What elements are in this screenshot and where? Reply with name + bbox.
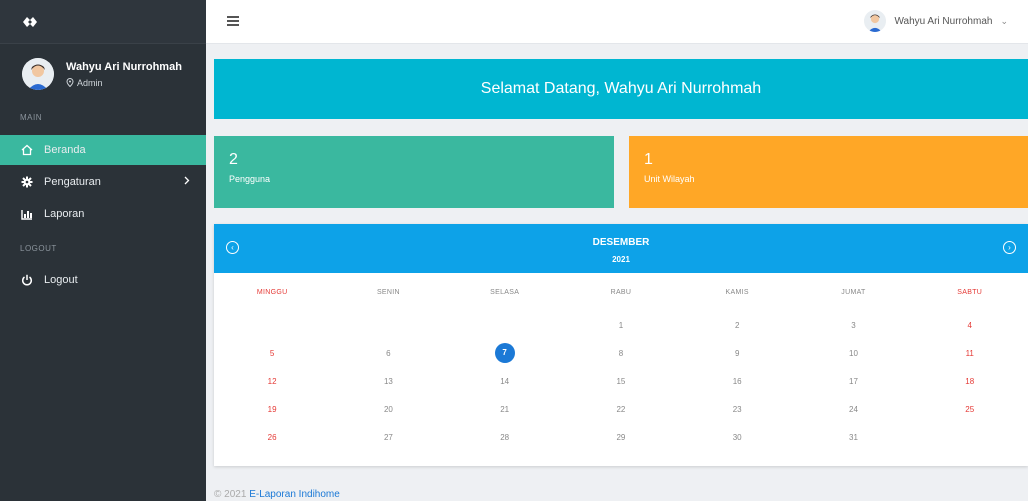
sidebar-item-label: Laporan (44, 208, 85, 220)
profile-role: Admin (66, 78, 182, 88)
calendar-day[interactable]: 4 (912, 321, 1028, 330)
calendar-day[interactable]: 22 (563, 405, 679, 414)
calendar-weekday-row: MINGGU SENIN SELASA RABU KAMIS JUMAT SABTU (214, 273, 1028, 311)
calendar-day[interactable]: 14 (447, 377, 563, 386)
calendar-week-row: 26 27 28 29 30 31 (214, 423, 1028, 451)
chevron-right-icon[interactable]: › (1003, 241, 1016, 254)
user-menu[interactable]: Wahyu Ari Nurrohmah ⌄ (864, 10, 1008, 32)
stat-label: Unit Wilayah (644, 174, 695, 184)
footer: © 2021 E-Laporan Indihome (214, 489, 340, 500)
calendar-grid: MINGGU SENIN SELASA RABU KAMIS JUMAT SABTU 1 2 3 4… (214, 273, 1028, 451)
sidebar-item-laporan[interactable]: Laporan (0, 199, 206, 229)
calendar-day[interactable]: 16 (679, 377, 795, 386)
header-user-name: Wahyu Ari Nurrohmah (894, 15, 993, 27)
location-icon (66, 78, 74, 87)
calendar-week-row: 12 13 14 15 16 17 18 (214, 367, 1028, 395)
calendar-day[interactable]: 6 (330, 349, 446, 358)
logo-bar (0, 0, 206, 44)
calendar-month: DESEMBER (592, 237, 650, 248)
avatar (22, 58, 54, 90)
profile-name: Wahyu Ari Nurrohmah (66, 60, 182, 73)
calendar-day[interactable]: 27 (330, 433, 446, 442)
calendar-day[interactable]: 21 (447, 405, 563, 414)
home-icon (20, 143, 34, 157)
stat-value: 2 (229, 151, 238, 168)
calendar-week-row: 5 6 7 8 9 10 11 (214, 339, 1028, 367)
weekday-label: SENIN (376, 288, 400, 296)
calendar-week-row: 19 20 21 22 23 24 25 (214, 395, 1028, 423)
calendar-year: 2021 (612, 255, 630, 264)
calendar-day[interactable]: 30 (679, 433, 795, 442)
chevron-right-icon (184, 176, 190, 188)
calendar-day[interactable]: 13 (330, 377, 446, 386)
section-main-label: MAIN (20, 113, 42, 122)
calendar-day[interactable]: 23 (679, 405, 795, 414)
power-icon (20, 273, 34, 287)
section-logout-label: LOGOUT (20, 244, 57, 253)
sidebar: Wahyu Ari Nurrohmah Admin MAIN Beranda P (0, 0, 206, 501)
hamburger-menu-icon[interactable] (227, 16, 239, 26)
sidebar-profile: Wahyu Ari Nurrohmah Admin (0, 44, 206, 104)
calendar-day[interactable]: 8 (563, 349, 679, 358)
weekday-label: JUMAT (841, 288, 866, 296)
calendar-today-marker[interactable]: 7 (494, 343, 515, 363)
sidebar-item-beranda[interactable]: Beranda (0, 135, 206, 165)
stat-card-unit-wilayah[interactable]: 1 Unit Wilayah (629, 136, 1028, 208)
chevron-left-icon[interactable]: ‹ (226, 241, 239, 254)
calendar-day[interactable]: 31 (795, 433, 911, 442)
sidebar-item-logout[interactable]: Logout (0, 265, 206, 295)
stat-label: Pengguna (229, 174, 271, 184)
avatar (864, 10, 887, 32)
top-header: Wahyu Ari Nurrohmah ⌄ (206, 0, 1028, 44)
welcome-banner: Selamat Datang, Wahyu Ari Nurrohmah (214, 59, 1028, 119)
calendar-week-row: 1234 (214, 311, 1028, 339)
logo-icon[interactable] (22, 15, 38, 29)
weekday-label: RABU (610, 288, 632, 296)
calendar: ‹ DESEMBER 2021 › MINGGU SENIN SELASA RABU K… (214, 224, 1028, 466)
calendar-day[interactable]: 18 (912, 377, 1028, 386)
calendar-day[interactable]: 28 (447, 433, 563, 442)
calendar-day[interactable]: 1 (563, 321, 679, 330)
calendar-day[interactable]: 12 (214, 377, 330, 386)
calendar-day[interactable]: 2 (679, 321, 795, 330)
calendar-day[interactable]: 11 (912, 349, 1028, 358)
calendar-day[interactable]: 24 (795, 405, 911, 414)
sidebar-item-label: Logout (44, 274, 78, 286)
gear-icon (20, 175, 34, 189)
footer-copyright: © 2021 (214, 489, 247, 500)
stat-card-pengguna[interactable]: 2 Pengguna (214, 136, 614, 208)
stat-value: 1 (644, 151, 653, 168)
calendar-day[interactable]: 5 (214, 349, 330, 358)
calendar-day[interactable]: 9 (679, 349, 795, 358)
calendar-day[interactable]: 25 (912, 405, 1028, 414)
calendar-day[interactable]: 3 (795, 321, 911, 330)
sidebar-item-label: Pengaturan (44, 176, 101, 188)
weekday-label: KAMIS (725, 288, 749, 296)
calendar-day[interactable]: 10 (795, 349, 911, 358)
calendar-day[interactable]: 20 (330, 405, 446, 414)
calendar-day[interactable]: 19 (214, 405, 330, 414)
sidebar-item-pengaturan[interactable]: Pengaturan (0, 167, 206, 197)
sidebar-item-label: Beranda (44, 144, 86, 156)
welcome-text: Selamat Datang, Wahyu Ari Nurrohmah (480, 80, 762, 97)
calendar-day[interactable]: 26 (214, 433, 330, 442)
weekday-label: MINGGU (256, 288, 288, 296)
chevron-down-icon: ⌄ (1000, 15, 1008, 26)
footer-link[interactable]: E-Laporan Indihome (249, 489, 340, 500)
calendar-day[interactable]: 29 (563, 433, 679, 442)
calendar-header: ‹ DESEMBER 2021 › (214, 224, 1028, 273)
calendar-day[interactable]: 7 (447, 343, 563, 363)
calendar-day[interactable]: 15 (563, 377, 679, 386)
weekday-label: SABTU (957, 288, 983, 296)
calendar-day[interactable]: 17 (795, 377, 911, 386)
report-icon (20, 207, 34, 221)
profile-role-label: Admin (77, 77, 103, 88)
weekday-label: SELASA (490, 288, 520, 296)
